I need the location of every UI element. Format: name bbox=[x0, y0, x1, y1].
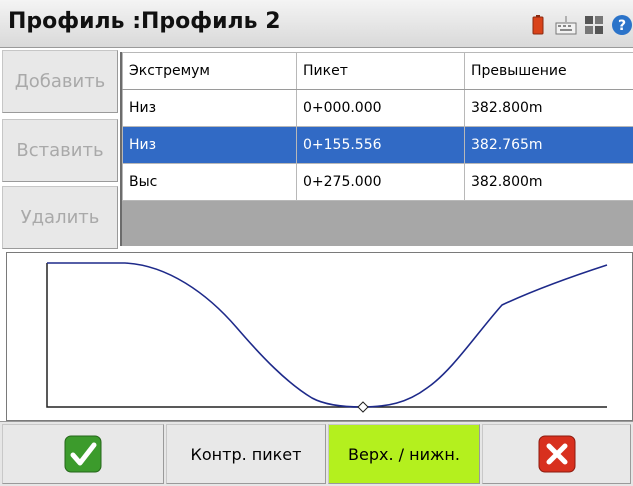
profile-chart[interactable] bbox=[6, 252, 633, 421]
keyboard-icon[interactable] bbox=[555, 14, 577, 36]
ok-button[interactable] bbox=[2, 424, 164, 484]
system-tray: ? bbox=[527, 12, 633, 38]
svg-text:?: ? bbox=[618, 18, 626, 34]
close-icon bbox=[538, 435, 575, 473]
cell-elevation[interactable]: 382.765m bbox=[464, 126, 633, 164]
help-icon[interactable]: ? bbox=[611, 14, 633, 36]
title-bar: Профиль :Профиль 2 ? bbox=[0, 0, 633, 48]
top-bottom-button[interactable]: Верх. / нижн. bbox=[328, 424, 480, 484]
cell-elevation[interactable]: 382.800m bbox=[464, 163, 633, 201]
column-header-station[interactable]: Пикет bbox=[296, 52, 465, 90]
column-header-elevation[interactable]: Превышение bbox=[464, 52, 633, 90]
selected-extremum-marker[interactable] bbox=[357, 401, 369, 413]
table-row-selected[interactable]: Низ 0+155.556 382.765m bbox=[122, 126, 633, 164]
cell-station[interactable]: 0+155.556 bbox=[296, 126, 465, 164]
delete-button[interactable]: Удалить bbox=[2, 186, 118, 249]
table-header: Экстремум Пикет Превышение bbox=[122, 52, 633, 90]
table-row[interactable]: Низ 0+000.000 382.800m bbox=[122, 89, 633, 127]
table-row[interactable]: Выс 0+275.000 382.800m bbox=[122, 163, 633, 201]
profile-chart-svg bbox=[46, 262, 608, 413]
cell-extremum[interactable]: Низ bbox=[122, 89, 297, 127]
bottom-toolbar: Контр. пикет Верх. / нижн. bbox=[0, 421, 633, 486]
cell-elevation[interactable]: 382.800m bbox=[464, 89, 633, 127]
insert-button[interactable]: Вставить bbox=[2, 119, 118, 182]
checkmark-icon bbox=[64, 435, 102, 473]
cell-station[interactable]: 0+275.000 bbox=[296, 163, 465, 201]
window-title: Профиль :Профиль 2 bbox=[8, 9, 281, 34]
cancel-button[interactable] bbox=[482, 424, 631, 484]
cell-extremum[interactable]: Низ bbox=[122, 126, 297, 164]
column-header-extremum[interactable]: Экстремум bbox=[122, 52, 297, 90]
profile-frame bbox=[46, 263, 607, 408]
grid-icon[interactable] bbox=[583, 14, 605, 36]
add-button[interactable]: Добавить bbox=[2, 50, 118, 113]
battery-icon[interactable] bbox=[527, 14, 549, 36]
profile-curve bbox=[47, 262, 608, 408]
cell-extremum[interactable]: Выс bbox=[122, 163, 297, 201]
cell-station[interactable]: 0+000.000 bbox=[296, 89, 465, 127]
control-station-button[interactable]: Контр. пикет bbox=[166, 424, 326, 484]
extremum-table: Экстремум Пикет Превышение Низ 0+000.000… bbox=[120, 52, 633, 246]
